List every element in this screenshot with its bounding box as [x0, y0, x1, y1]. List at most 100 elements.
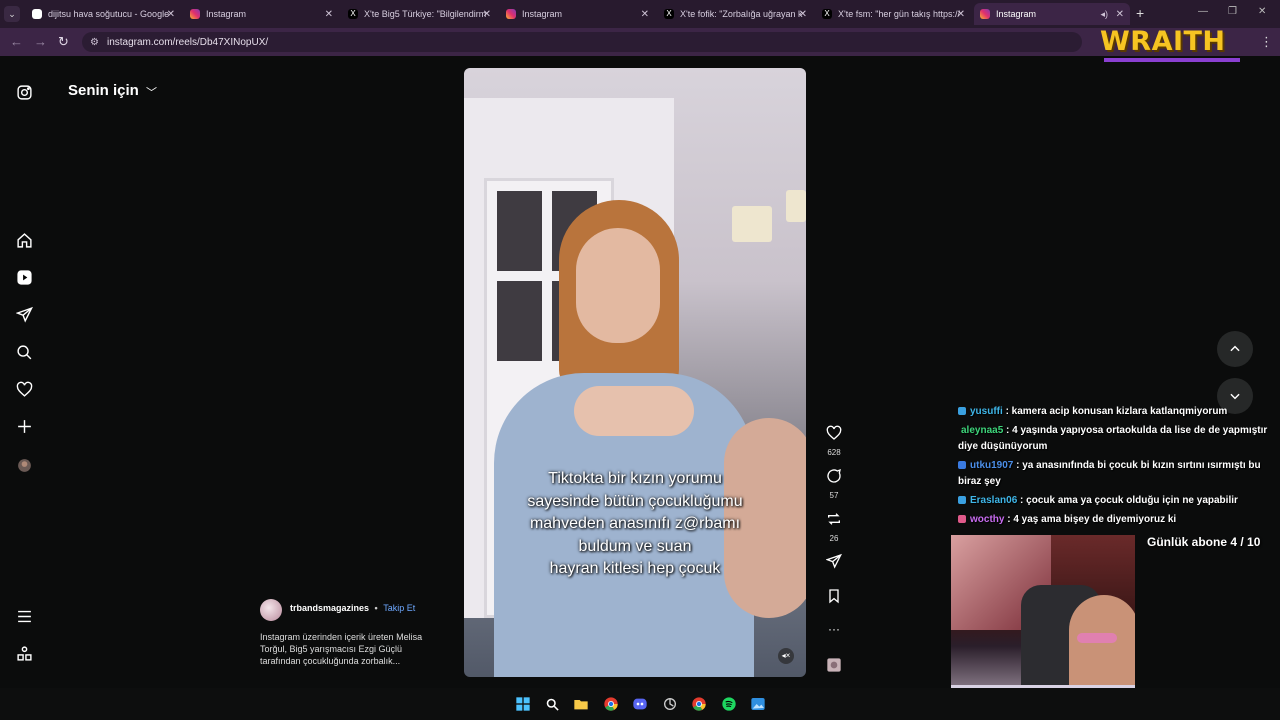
chat-text: : kamera acip konusan kizlara katlanqmiy…	[1005, 406, 1228, 417]
audio-thumbnail[interactable]	[822, 657, 846, 678]
post-description[interactable]: Instagram üzerinden içerik üreten Melisa…	[260, 631, 440, 667]
chat-message: yusuffi : kamera acip konusan kizlara ka…	[958, 404, 1274, 420]
spotify-icon[interactable]	[720, 695, 738, 713]
tab-search-menu-icon[interactable]: ⌄	[4, 6, 20, 22]
author-avatar[interactable]	[260, 599, 282, 621]
instagram-icon	[506, 9, 516, 19]
also-from-meta-icon[interactable]	[15, 644, 33, 662]
repost-icon	[828, 513, 840, 525]
close-tab-icon[interactable]: ✕	[167, 9, 175, 20]
save-button[interactable]	[822, 588, 846, 609]
reel-video[interactable]: Tiktokta bir kızın yorumu sayesinde bütü…	[464, 68, 806, 677]
brand-underline	[1104, 58, 1240, 62]
reel-scene-face	[576, 228, 660, 343]
reels-icon[interactable]	[15, 268, 33, 286]
browser-tab[interactable]: X X'te Big5 Türkiye: "Bilgilendirm ✕	[342, 3, 497, 25]
search-icon[interactable]	[15, 343, 33, 361]
x-icon: X	[822, 9, 832, 19]
chevron-up-icon	[1230, 345, 1240, 352]
comment-button[interactable]: 57	[822, 468, 846, 500]
chat-username: aleynaa5	[961, 425, 1004, 436]
more-menu-icon[interactable]	[15, 607, 33, 625]
home-icon[interactable]	[15, 231, 33, 249]
speaker-icon[interactable]: ◂)	[1100, 9, 1108, 20]
chat-message: Eraslan06 : çocuk ama ya çocuk olduğu iç…	[958, 493, 1274, 509]
close-tab-icon[interactable]: ✕	[325, 9, 333, 20]
reel-scene-hands	[574, 386, 694, 436]
browser-tab[interactable]: X X'te fofik: "Zorbalığa uğrayan k ✕	[658, 3, 813, 25]
webcam-glasses	[1077, 633, 1117, 643]
share-icon	[825, 553, 842, 569]
chat-message: wocthy : 4 yaş ama bişey de diyemiyoruz …	[958, 512, 1274, 528]
like-count: 628	[827, 448, 841, 457]
close-tab-icon[interactable]: ✕	[799, 9, 807, 20]
previous-reel-button[interactable]	[1217, 331, 1253, 367]
discord-icon[interactable]	[631, 695, 649, 713]
close-tab-icon[interactable]: ✕	[1116, 9, 1124, 20]
chat-username: Eraslan06	[970, 495, 1018, 506]
chat-username: utku1907	[970, 460, 1014, 471]
system-app-icon[interactable]	[661, 695, 679, 713]
browser-tab[interactable]: X X'te fsm: "her gün takış https:// ✕	[816, 3, 971, 25]
close-window-icon[interactable]: ✕	[1258, 6, 1266, 17]
start-menu-icon[interactable]	[514, 695, 532, 713]
repost-button[interactable]: 26	[822, 511, 846, 543]
chat-badge-icon	[958, 496, 966, 505]
back-icon[interactable]: ←	[10, 34, 23, 49]
google-icon	[32, 9, 42, 19]
chrome-icon[interactable]	[602, 695, 620, 713]
browser-tab[interactable]: Instagram ✕	[500, 3, 655, 25]
browser-menu-icon[interactable]: ⋮	[1260, 34, 1273, 50]
site-settings-icon[interactable]: ⚙	[90, 37, 99, 48]
more-options-icon[interactable]: ···	[822, 622, 846, 636]
heart-icon	[826, 425, 842, 440]
address-bar-row: ← → ↻ ⚙ instagram.com/reels/Db47XINopUX/	[0, 28, 1280, 56]
share-button[interactable]	[822, 553, 846, 574]
author-name[interactable]: trbandsmagazines	[290, 603, 369, 613]
instagram-icon	[190, 9, 200, 19]
reel-scene-light-switch	[786, 190, 806, 222]
browser-tab[interactable]: dijitsu hava soğutucu - Google ✕	[26, 3, 181, 25]
reel-scene-light-switch	[732, 206, 772, 242]
file-explorer-icon[interactable]	[572, 695, 590, 713]
chrome-profile-icon[interactable]	[690, 695, 708, 713]
close-tab-icon[interactable]: ✕	[483, 9, 491, 20]
profile-avatar[interactable]	[15, 456, 33, 474]
chat-text: : 4 yaşında yapıyosa ortaokulda da lise …	[958, 425, 1268, 452]
taskbar-search-icon[interactable]	[543, 695, 561, 713]
notifications-heart-icon[interactable]	[15, 380, 33, 398]
comment-icon	[827, 468, 841, 483]
close-tab-icon[interactable]: ✕	[641, 9, 649, 20]
like-button[interactable]: 628	[822, 425, 846, 457]
instagram-logo-icon[interactable]	[15, 83, 33, 101]
chevron-down-icon[interactable]: ﹀	[146, 84, 157, 100]
comment-count: 57	[829, 491, 839, 500]
follow-button[interactable]: Takip Et	[383, 603, 415, 613]
author-row: trbandsmagazines • Takip Et	[290, 603, 415, 613]
chat-username: wocthy	[970, 514, 1005, 525]
direct-messages-icon[interactable]	[15, 305, 33, 323]
new-tab-icon[interactable]: +	[1136, 5, 1144, 21]
minimize-icon[interactable]: —	[1198, 6, 1208, 17]
feed-title[interactable]: Senin için	[68, 82, 139, 99]
stream-chat-overlay: yusuffi : kamera acip konusan kizlara ka…	[958, 404, 1274, 531]
mute-toggle-icon[interactable]: ◂×	[778, 648, 794, 664]
browser-tab[interactable]: Instagram ✕	[184, 3, 339, 25]
photos-app-icon[interactable]	[749, 695, 767, 713]
chat-text: : çocuk ama ya çocuk olduğu için ne yapa…	[1020, 495, 1238, 506]
chat-message: utku1907 : ya anasınıfında bi çocuk bi k…	[958, 458, 1274, 490]
chat-badge-icon	[958, 461, 966, 470]
forward-icon[interactable]: →	[34, 34, 47, 49]
x-icon: X	[348, 9, 358, 19]
create-icon[interactable]	[15, 417, 33, 435]
browser-tab-bar: ⌄ dijitsu hava soğutucu - Google ✕ Insta…	[0, 0, 1280, 28]
browser-tab-active[interactable]: Instagram ◂) ✕	[974, 3, 1130, 25]
url-field[interactable]: ⚙ instagram.com/reels/Db47XINopUX/	[82, 32, 1082, 52]
maximize-icon[interactable]: ❐	[1228, 6, 1237, 17]
reel-caption: Tiktokta bir kızın yorumu sayesinde bütü…	[527, 470, 743, 577]
sub-goal-counter: Günlük abone 4 / 10	[1147, 535, 1261, 549]
reload-icon[interactable]: ↻	[58, 34, 69, 50]
x-icon: X	[664, 9, 674, 19]
chat-text: : 4 yaş ama bişey de diyemiyoruz ki	[1007, 514, 1177, 525]
close-tab-icon[interactable]: ✕	[957, 9, 965, 20]
